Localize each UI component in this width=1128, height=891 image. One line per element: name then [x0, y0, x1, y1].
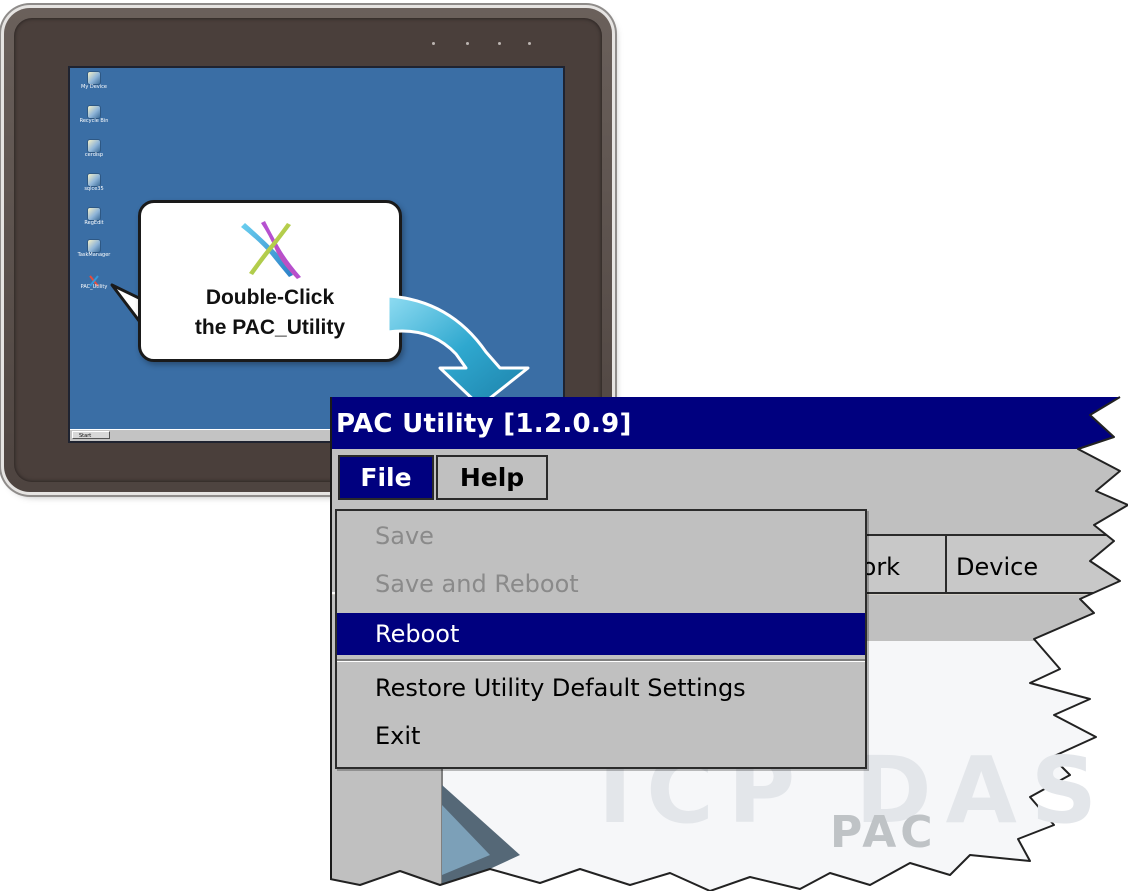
menu-item-save[interactable]: Save — [337, 515, 865, 557]
menu-help[interactable]: Help — [436, 455, 548, 500]
menu-item-reboot[interactable]: Reboot — [337, 613, 865, 655]
menu-separator — [337, 659, 865, 662]
pac-utility-window: PAC Utility [1.2.0.9] File Help work Dev… — [330, 385, 1128, 891]
menu-item-restore-defaults[interactable]: Restore Utility Default Settings — [337, 667, 865, 709]
pac-watermark: PAC — [830, 807, 937, 858]
menu-item-exit[interactable]: Exit — [337, 715, 865, 757]
tab-device[interactable]: Device — [956, 545, 1038, 589]
menu-file[interactable]: File — [338, 455, 434, 500]
window-title: PAC Utility [1.2.0.9] — [336, 409, 632, 439]
file-menu-dropdown: Save Save and Reboot Reboot Restore Util… — [335, 509, 867, 769]
menu-item-save-and-reboot[interactable]: Save and Reboot — [337, 563, 865, 605]
